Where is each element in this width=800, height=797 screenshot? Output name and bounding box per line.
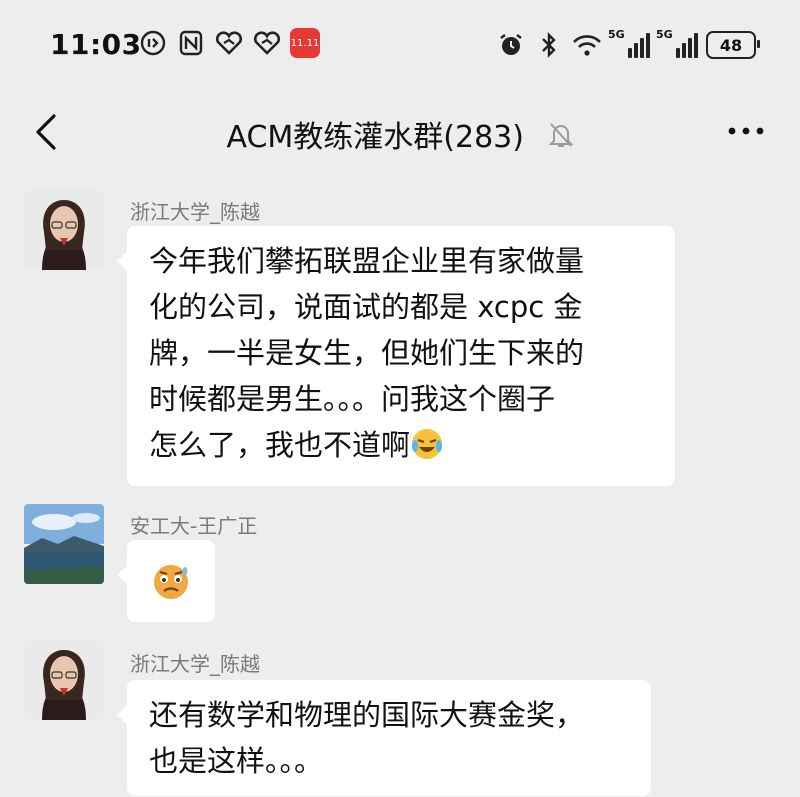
status-bar: 11:03 11.11 5G 5G 48 [0, 0, 800, 92]
status-right-icons: 5G 5G 48 [496, 28, 760, 60]
laughing-crying-emoji-icon [410, 427, 444, 474]
signal-icon-1: 5G [608, 28, 650, 58]
mute-bell-icon [548, 121, 574, 157]
message-item: 浙江大学_陈越 还有数学和物理的国际大赛金奖， 也是这样。。。 [0, 640, 800, 797]
avatar[interactable] [24, 640, 104, 720]
nfc-icon [176, 28, 206, 58]
sender-name: 浙江大学_陈越 [130, 200, 260, 224]
status-time: 11:03 [50, 28, 142, 61]
message-line: 化的公司，说面试的都是 xcpc 金 [149, 290, 583, 324]
message-line: 时候都是男生。。。问我这个圈子 [149, 382, 556, 416]
more-dots-icon [728, 127, 764, 135]
message-item: 浙江大学_陈越 今年我们攀拓联盟企业里有家做量 化的公司，说面试的都是 xcpc… [0, 190, 800, 490]
message-line: 今年我们攀拓联盟企业里有家做量 [149, 244, 585, 278]
chat-header: ACM教练灌水群(283) [0, 92, 800, 172]
message-line: 牌，一半是女生，但她们生下来的 [149, 336, 585, 370]
data-saver-icon [138, 28, 168, 58]
heart-app-icon [214, 28, 244, 58]
message-bubble[interactable]: 今年我们攀拓联盟企业里有家做量 化的公司，说面试的都是 xcpc 金 牌，一半是… [117, 226, 675, 486]
message-line-with-emoji: 怎么了，我也不道啊 [149, 422, 653, 474]
sticker-bubble[interactable] [117, 540, 215, 622]
avatar[interactable] [24, 504, 104, 584]
bluetooth-icon [534, 30, 564, 60]
battery-indicator: 48 [706, 31, 760, 59]
message-line: 怎么了，我也不道啊 [149, 428, 411, 462]
nervous-face-emoji-icon [151, 562, 191, 615]
signal-icon-2: 5G [656, 28, 698, 58]
wifi-icon [572, 30, 602, 60]
message-bubble[interactable]: 还有数学和物理的国际大赛金奖， 也是这样。。。 [117, 680, 651, 796]
shopping-app-icon: 11.11 [290, 28, 320, 58]
sender-name: 安工大-王广正 [130, 514, 258, 538]
message-line: 还有数学和物理的国际大赛金奖， [149, 698, 585, 732]
avatar[interactable] [24, 190, 104, 270]
sender-name: 浙江大学_陈越 [130, 652, 260, 676]
alarm-icon [496, 30, 526, 60]
more-options-button[interactable] [724, 116, 768, 146]
chat-title-area: ACM教练灌水群(283) [0, 112, 800, 157]
message-line: 也是这样。。。 [149, 744, 324, 778]
chat-title: ACM教练灌水群(283) [226, 120, 524, 155]
message-item: 安工大-王广正 [0, 504, 800, 624]
status-left-icons: 11.11 [138, 28, 320, 58]
heart-app-icon-2 [252, 28, 282, 58]
